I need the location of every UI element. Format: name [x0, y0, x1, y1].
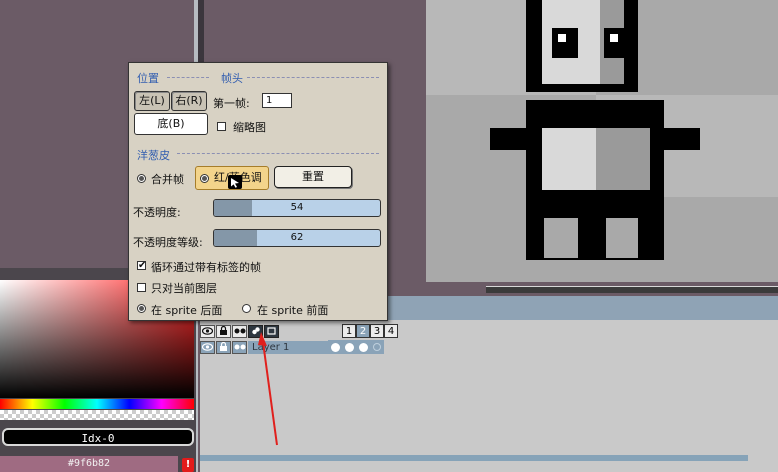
hand-cursor-icon [228, 175, 242, 189]
sprite-leg-right [606, 218, 638, 258]
sprite-belly-left [542, 128, 596, 190]
cel-dot [344, 342, 354, 352]
cel-empty-dot [373, 343, 381, 351]
eye-icon[interactable] [200, 324, 215, 338]
section-divider [177, 153, 379, 154]
cel-frame-3[interactable] [356, 340, 370, 354]
merge-frames-label: 合并帧 [151, 173, 184, 186]
lock-icon[interactable] [216, 324, 231, 338]
loop-tagged-label: 循环通过带有标签的帧 [151, 261, 261, 274]
opacity-slider[interactable]: 54 [213, 199, 381, 217]
onion-skin-popup: 位置 左(L) 右(R) 底(B) 帧头 第一帧: 1 缩略图 洋葱皮 合并帧 … [128, 62, 388, 321]
behind-sprite-label: 在 sprite 后面 [151, 304, 223, 317]
merge-frames-radio[interactable] [137, 174, 146, 183]
frame-tab-3[interactable]: 3 [370, 324, 384, 338]
loop-tagged-checkbox[interactable]: ✔ [137, 261, 146, 271]
layer-eye-icon[interactable] [200, 340, 215, 354]
behind-sprite-radio[interactable] [137, 304, 146, 313]
sprite-leg-left [544, 218, 578, 258]
opacity-step-slider[interactable]: 62 [213, 229, 381, 247]
sprite-eye-shine-left [558, 34, 566, 42]
layer-row[interactable]: Layer 1 [200, 340, 384, 354]
timeline-scrollbar[interactable] [200, 455, 748, 461]
timeline-header-row: 1 2 3 4 [200, 324, 398, 338]
frames-section-title: 帧头 [221, 72, 243, 85]
frame-tab-2[interactable]: 2 [356, 324, 370, 338]
section-divider [247, 77, 379, 78]
continuous-icon[interactable] [232, 324, 247, 338]
thumbnail-checkbox[interactable] [217, 122, 226, 131]
cel-frame-1[interactable] [328, 340, 342, 354]
reset-button[interactable]: 重置 [274, 166, 352, 188]
opacity-step-label: 不透明度等级: [133, 236, 203, 249]
front-sprite-radio[interactable] [242, 304, 251, 313]
cel-frame-2[interactable] [342, 340, 356, 354]
thumbnail-label: 缩略图 [233, 121, 266, 134]
section-divider [167, 77, 209, 78]
position-right-button[interactable]: 右(R) [171, 91, 207, 111]
cel-frame-4[interactable] [370, 340, 384, 354]
current-layer-label: 只对当前图层 [151, 282, 217, 295]
position-bottom-button[interactable]: 底(B) [134, 113, 208, 135]
horizontal-scrollbar[interactable] [486, 286, 778, 293]
position-left-button[interactable]: 左(L) [134, 91, 170, 111]
warning-icon[interactable]: ! [182, 458, 194, 472]
opacity-value: 54 [290, 202, 304, 213]
first-frame-input[interactable]: 1 [262, 93, 292, 108]
hue-slider[interactable] [0, 399, 194, 409]
layer-continuous-icon[interactable] [232, 340, 247, 354]
red-blue-tint-radio [200, 174, 209, 183]
sprite-belly-right [596, 128, 650, 190]
opacity-label: 不透明度: [133, 206, 181, 219]
frame-tab-1[interactable]: 1 [342, 324, 356, 338]
alpha-slider[interactable] [0, 410, 194, 420]
hex-color-field[interactable]: #9f6b82 [0, 456, 178, 472]
layer-lock-icon[interactable] [216, 340, 231, 354]
color-index-display: Idx-0 [2, 428, 194, 446]
cel-dot [358, 342, 368, 352]
current-layer-checkbox[interactable] [137, 283, 146, 292]
sprite-canvas[interactable] [426, 0, 778, 282]
sprite-eye-right [604, 28, 628, 58]
opacity-step-value: 62 [290, 232, 304, 243]
annotation-arrow-icon [258, 332, 278, 446]
sprite-eye-left [552, 28, 578, 58]
sprite-arm-right [660, 128, 700, 150]
cel-dot [330, 342, 340, 352]
first-frame-label: 第一帧: [213, 97, 250, 110]
sprite-arm-left [490, 128, 530, 150]
sprite-eye-shine-right [610, 34, 618, 42]
position-section-title: 位置 [137, 72, 159, 85]
onion-section-title: 洋葱皮 [137, 149, 170, 162]
front-sprite-label: 在 sprite 前面 [257, 304, 329, 317]
frame-tab-4[interactable]: 4 [384, 324, 398, 338]
